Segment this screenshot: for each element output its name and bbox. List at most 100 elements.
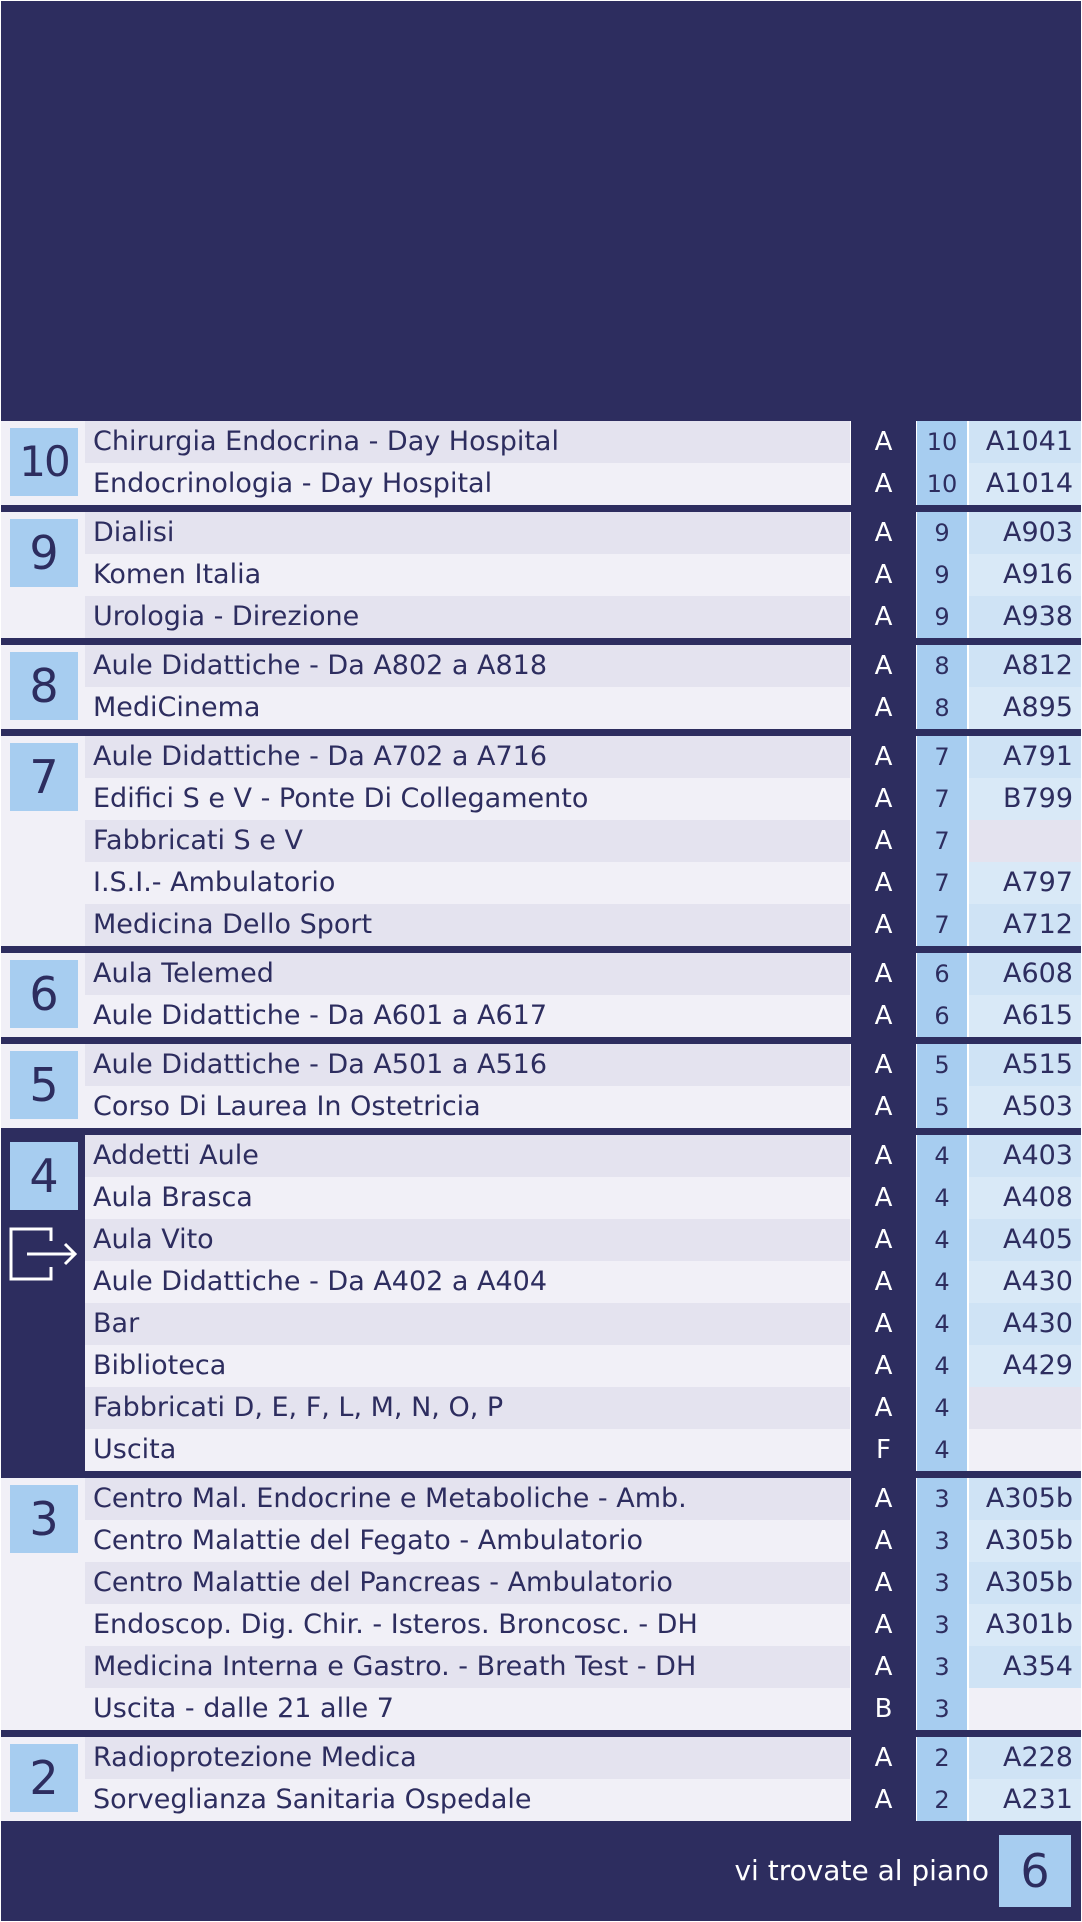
- room-code: A354: [968, 1646, 1081, 1688]
- department-row: Biblioteca A 4 A429: [85, 1345, 1081, 1387]
- building-code: A: [850, 1520, 917, 1562]
- room-code: A305b: [968, 1478, 1081, 1520]
- floor-code: 4: [917, 1219, 968, 1261]
- department-list: Radioprotezione Medica A 2 A228 Sorveglianza…: [85, 1737, 1081, 1821]
- building-code: A: [850, 995, 917, 1037]
- floor-code: 4: [917, 1135, 968, 1177]
- department-row: Corso Di Laurea In Ostetricia A 5 A503: [85, 1086, 1081, 1128]
- building-code: A: [850, 1086, 917, 1128]
- floor-code: 3: [917, 1604, 968, 1646]
- room-code: A429: [968, 1345, 1081, 1387]
- building-code: A: [850, 736, 917, 778]
- department-name: I.S.I.- Ambulatorio: [85, 862, 850, 904]
- floor-code: 10: [917, 421, 968, 463]
- building-code: A: [850, 1303, 917, 1345]
- department-row: Aule Didattiche - Da A501 a A516 A 5 A515: [85, 1044, 1081, 1086]
- floor-code: 3: [917, 1478, 968, 1520]
- department-name: Endoscop. Dig. Chir. - Isteros. Broncosc…: [85, 1604, 850, 1646]
- building-code: A: [850, 1261, 917, 1303]
- department-name: Aule Didattiche - Da A501 a A516: [85, 1044, 850, 1086]
- room-code: [968, 1387, 1081, 1429]
- department-name: Aule Didattiche - Da A802 a A818: [85, 645, 850, 687]
- floor-code: 4: [917, 1345, 968, 1387]
- department-row: Dialisi A 9 A903: [85, 512, 1081, 554]
- department-row: Aule Didattiche - Da A601 a A617 A 6 A615: [85, 995, 1081, 1037]
- floor-number-badge: 10: [10, 428, 78, 496]
- building-code: F: [850, 1429, 917, 1471]
- building-code: A: [850, 862, 917, 904]
- directory-panel: 10 Chirurgia Endocrina - Day Hospital A 10 A…: [0, 0, 1082, 1922]
- room-code: A228: [968, 1737, 1081, 1779]
- department-row: Fabbricati S e VA7: [85, 820, 1081, 862]
- floor-code: 7: [917, 736, 968, 778]
- room-code: A231: [968, 1779, 1081, 1821]
- building-code: A: [850, 421, 917, 463]
- floor-code: 8: [917, 645, 968, 687]
- department-name: Aula Telemed: [85, 953, 850, 995]
- room-code: A408: [968, 1177, 1081, 1219]
- floor-number-badge: 9: [10, 519, 78, 587]
- room-code: A895: [968, 687, 1081, 729]
- room-code: A791: [968, 736, 1081, 778]
- floor-code: 4: [917, 1261, 968, 1303]
- department-name: Aula Vito: [85, 1219, 850, 1261]
- department-list: Dialisi A 9 A903 Komen Italia A 9 A916 Urologia …: [85, 512, 1081, 638]
- department-list: Addetti Aule A 4 A403 Aula Brasca A 4 A408 Aula …: [85, 1135, 1081, 1471]
- room-code: A515: [968, 1044, 1081, 1086]
- floor-section-7: 7 Aule Didattiche - Da A702 a A716 A 7 A791 E…: [1, 736, 1081, 946]
- building-code: A: [850, 1478, 917, 1520]
- room-code: A305b: [968, 1562, 1081, 1604]
- floor-code: 7: [917, 778, 968, 820]
- room-code: A1041: [968, 421, 1081, 463]
- department-row: Endoscop. Dig. Chir. - Isteros. Broncosc…: [85, 1604, 1081, 1646]
- exit-arrow-icon: [9, 1227, 78, 1281]
- room-code: [968, 1688, 1081, 1730]
- floor-code: 10: [917, 463, 968, 505]
- department-list: Centro Mal. Endocrine e Metaboliche - Am…: [85, 1478, 1081, 1730]
- department-name: Centro Malattie del Pancreas - Ambulator…: [85, 1562, 850, 1604]
- department-name: Bar: [85, 1303, 850, 1345]
- floor-code: 9: [917, 512, 968, 554]
- department-name: Corso Di Laurea In Ostetricia: [85, 1086, 850, 1128]
- room-code: [968, 1429, 1081, 1471]
- room-code: [968, 820, 1081, 862]
- building-code: A: [850, 1177, 917, 1219]
- floor-section-3: 3 Centro Mal. Endocrine e Metaboliche - A…: [1, 1478, 1081, 1730]
- department-row: Endocrinologia - Day Hospital A 10 A1014: [85, 463, 1081, 505]
- department-row: Aule Didattiche - Da A802 a A818 A 8 A812: [85, 645, 1081, 687]
- department-name: Uscita: [85, 1429, 850, 1471]
- room-code: A797: [968, 862, 1081, 904]
- room-code: A1014: [968, 463, 1081, 505]
- department-row: Aula Telemed A 6 A608: [85, 953, 1081, 995]
- department-name: Radioprotezione Medica: [85, 1737, 850, 1779]
- department-name: Urologia - Direzione: [85, 596, 850, 638]
- department-row: Bar A 4 A430: [85, 1303, 1081, 1345]
- floor-directory: 10 Chirurgia Endocrina - Day Hospital A 10 A…: [1, 421, 1081, 1821]
- department-list: Chirurgia Endocrina - Day Hospital A 10 A10…: [85, 421, 1081, 505]
- building-code: A: [850, 645, 917, 687]
- department-row: Radioprotezione Medica A 2 A228: [85, 1737, 1081, 1779]
- department-row: Addetti Aule A 4 A403: [85, 1135, 1081, 1177]
- floor-code: 7: [917, 862, 968, 904]
- department-name: Dialisi: [85, 512, 850, 554]
- department-row: Urologia - Direzione A 9 A938: [85, 596, 1081, 638]
- department-list: Aule Didattiche - Da A501 a A516 A 5 A515 Co…: [85, 1044, 1081, 1128]
- you-are-here-label: vi trovate al piano: [734, 1854, 989, 1887]
- room-code: A301b: [968, 1604, 1081, 1646]
- building-code: A: [850, 1562, 917, 1604]
- department-row: Aule Didattiche - Da A402 a A404 A 4 A430: [85, 1261, 1081, 1303]
- room-code: B799: [968, 778, 1081, 820]
- floor-label-column: 10: [1, 421, 85, 505]
- floor-label-column: 9: [1, 512, 85, 638]
- department-name: Aule Didattiche - Da A402 a A404: [85, 1261, 850, 1303]
- floor-code: 5: [917, 1086, 968, 1128]
- floor-label-column: 2: [1, 1737, 85, 1821]
- floor-label-column: 8: [1, 645, 85, 729]
- department-name: Uscita - dalle 21 alle 7: [85, 1688, 850, 1730]
- building-code: A: [850, 1646, 917, 1688]
- department-name: Endocrinologia - Day Hospital: [85, 463, 850, 505]
- building-code: A: [850, 1779, 917, 1821]
- floor-number-badge: 8: [10, 652, 78, 720]
- floor-section-6: 6 Aula Telemed A 6 A608 Aule Didattiche - Da …: [1, 953, 1081, 1037]
- department-name: MediCinema: [85, 687, 850, 729]
